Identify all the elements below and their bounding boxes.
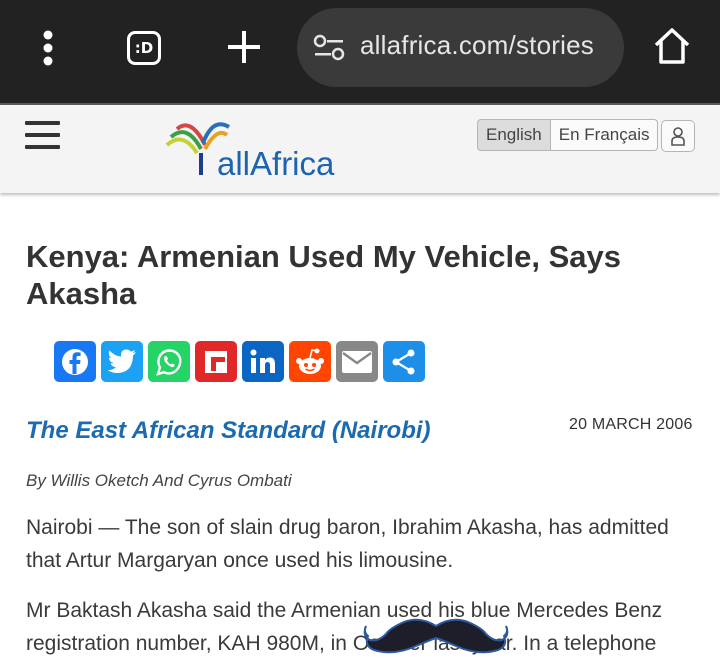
- home-icon[interactable]: [650, 24, 694, 68]
- email-icon[interactable]: [336, 341, 378, 382]
- logo-text: allAfrica: [217, 145, 335, 182]
- reddit-icon[interactable]: [289, 341, 331, 382]
- site-header: allAfrica English En Français: [0, 105, 720, 193]
- article-title: Kenya: Armenian Used My Vehicle, Says Ak…: [26, 239, 621, 311]
- mustache-sticker-icon: [360, 612, 512, 658]
- browser-toolbar: :D allafrica.com/stories: [0, 0, 720, 103]
- tab-switcher-button[interactable]: :D: [124, 28, 164, 68]
- facebook-icon[interactable]: [54, 341, 96, 382]
- article-date: 20 MARCH 2006: [569, 416, 693, 433]
- article-byline: By Willis Oketch And Cyrus Ombati: [26, 471, 292, 490]
- article-paragraph-1: Nairobi — The son of slain drug baron, I…: [26, 516, 669, 572]
- lang-english-button[interactable]: English: [477, 119, 551, 151]
- share-icon[interactable]: [383, 341, 425, 382]
- flipboard-icon[interactable]: [195, 341, 237, 382]
- allafrica-logo[interactable]: allAfrica: [163, 113, 343, 183]
- tab-count-label: :D: [127, 31, 161, 65]
- whatsapp-icon[interactable]: [148, 341, 190, 382]
- menu-dots-icon[interactable]: [28, 28, 68, 68]
- language-switcher: English En Français: [477, 119, 659, 151]
- article-source-link[interactable]: The East African Standard (Nairobi): [26, 417, 431, 445]
- user-icon: [671, 127, 685, 146]
- linkedin-icon[interactable]: [242, 341, 284, 382]
- address-bar[interactable]: allafrica.com/stories: [297, 8, 624, 87]
- twitter-icon[interactable]: [101, 341, 143, 382]
- site-settings-icon[interactable]: [313, 32, 345, 64]
- lang-french-button[interactable]: En Français: [550, 119, 659, 151]
- hamburger-menu-icon[interactable]: [25, 119, 61, 153]
- share-bar: [54, 341, 425, 382]
- user-account-button[interactable]: [661, 120, 695, 152]
- url-text: allafrica.com/stories: [360, 30, 594, 60]
- new-tab-plus-icon[interactable]: [224, 26, 264, 68]
